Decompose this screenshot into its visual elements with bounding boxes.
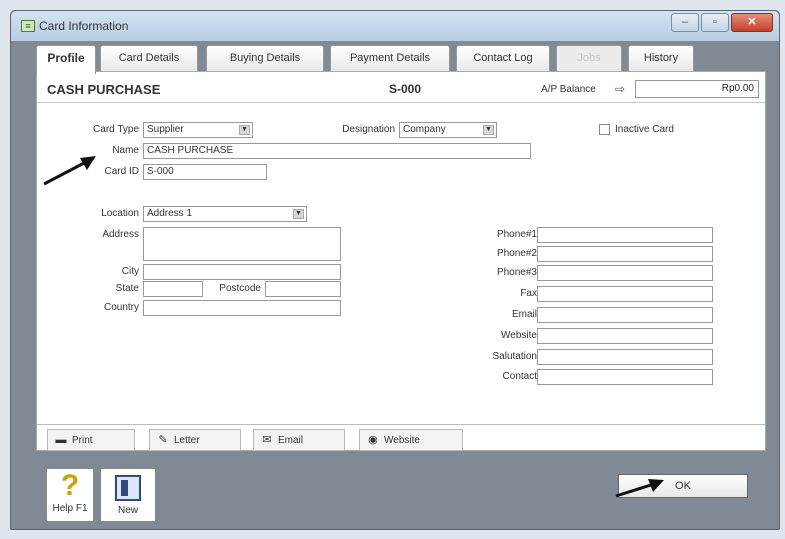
phone2-field[interactable] <box>537 246 713 262</box>
postcode-field[interactable] <box>265 281 341 297</box>
phone1-field[interactable] <box>537 227 713 243</box>
pointer-arrow-icon <box>43 156 96 186</box>
address-field[interactable] <box>143 227 341 261</box>
card-name-heading: CASH PURCHASE <box>47 82 161 97</box>
printer-icon: ▬ <box>55 434 67 446</box>
email-field[interactable] <box>537 307 713 323</box>
email-button-label: Email <box>278 435 304 446</box>
window-icon: ≡ <box>21 20 35 32</box>
location-label: Location <box>101 208 139 219</box>
chevron-down-icon: ▼ <box>293 209 304 219</box>
state-field[interactable] <box>143 281 203 297</box>
tab-card-details[interactable]: Card Details <box>100 45 198 72</box>
close-button[interactable]: ✕ <box>731 13 773 32</box>
globe-icon: ◉ <box>368 434 378 446</box>
phone3-label: Phone#3 <box>496 267 537 278</box>
website-field[interactable] <box>537 328 713 344</box>
country-field[interactable] <box>143 300 341 316</box>
email-label: Email <box>511 309 537 320</box>
print-button[interactable]: ▬ Print <box>47 429 135 451</box>
designation-select[interactable]: Company ▼ <box>399 122 497 138</box>
country-label: Country <box>103 302 139 313</box>
salutation-label: Salutation <box>492 351 537 362</box>
letter-label: Letter <box>174 435 200 446</box>
tab-strip: Profile Card Details Buying Details Paym… <box>36 45 756 74</box>
ap-balance-label: A/P Balance <box>541 84 596 95</box>
card-id-field[interactable]: S-000 <box>143 164 267 180</box>
website-label: Website <box>501 330 537 341</box>
card-id-heading: S-000 <box>389 82 422 96</box>
fax-label: Fax <box>520 288 537 299</box>
card-type-select[interactable]: Supplier ▼ <box>143 122 253 138</box>
card-type-value: Supplier <box>147 124 184 135</box>
phone2-label: Phone#2 <box>496 248 537 259</box>
envelope-icon: ✉ <box>262 434 272 446</box>
inactive-card-checkbox[interactable] <box>599 124 610 135</box>
help-button[interactable]: ? Help F1 <box>46 468 94 522</box>
designation-value: Company <box>403 124 446 135</box>
header-divider <box>37 102 765 103</box>
minimize-button[interactable]: – <box>671 13 699 32</box>
help-label: Help F1 <box>52 503 88 514</box>
card-type-label: Card Type <box>93 124 139 135</box>
name-field[interactable]: CASH PURCHASE <box>143 143 531 159</box>
tab-buying-details[interactable]: Buying Details <box>206 45 324 72</box>
contact-field[interactable] <box>537 369 713 385</box>
website-button-label: Website <box>384 435 420 446</box>
tab-jobs: Jobs <box>556 45 622 72</box>
window-title: Card Information <box>39 19 129 33</box>
title-bar: ≡ Card Information – ▫ ✕ <box>11 11 779 41</box>
phone3-field[interactable] <box>537 265 713 281</box>
contact-label: Contact <box>502 371 537 382</box>
bottom-divider <box>37 424 765 425</box>
profile-panel: CASH PURCHASE S-000 A/P Balance ⇨ Rp0.00… <box>36 71 766 451</box>
print-label: Print <box>72 435 93 446</box>
fax-field[interactable] <box>537 286 713 302</box>
chevron-down-icon: ▼ <box>239 125 250 135</box>
tab-profile[interactable]: Profile <box>36 45 96 74</box>
tab-history[interactable]: History <box>628 45 694 72</box>
inactive-card-label: Inactive Card <box>615 124 674 135</box>
location-select[interactable]: Address 1 ▼ <box>143 206 307 222</box>
salutation-field[interactable] <box>537 349 713 365</box>
state-label: State <box>115 283 139 294</box>
pointer-arrow-icon <box>615 479 664 498</box>
designation-label: Designation <box>342 124 395 135</box>
address-label: Address <box>102 229 139 240</box>
tab-payment-details[interactable]: Payment Details <box>330 45 450 72</box>
maximize-button[interactable]: ▫ <box>701 13 729 32</box>
letter-icon: ✎ <box>158 434 168 446</box>
new-label: New <box>117 505 138 516</box>
ap-balance-value: Rp0.00 <box>635 80 759 98</box>
city-field[interactable] <box>143 264 341 280</box>
arrow-icon: ⇨ <box>615 82 626 96</box>
question-mark-icon: ? <box>60 469 80 502</box>
location-value: Address 1 <box>147 208 193 219</box>
phone1-label: Phone#1 <box>496 229 537 240</box>
city-label: City <box>121 266 139 277</box>
email-button[interactable]: ✉ Email <box>253 429 345 451</box>
postcode-label: Postcode <box>219 283 261 294</box>
website-button[interactable]: ◉ Website <box>359 429 463 451</box>
chevron-down-icon: ▼ <box>483 125 494 135</box>
new-button[interactable]: New <box>100 468 156 522</box>
letter-button[interactable]: ✎ Letter <box>149 429 241 451</box>
new-card-icon <box>115 475 141 501</box>
tab-contact-log[interactable]: Contact Log <box>456 45 550 72</box>
